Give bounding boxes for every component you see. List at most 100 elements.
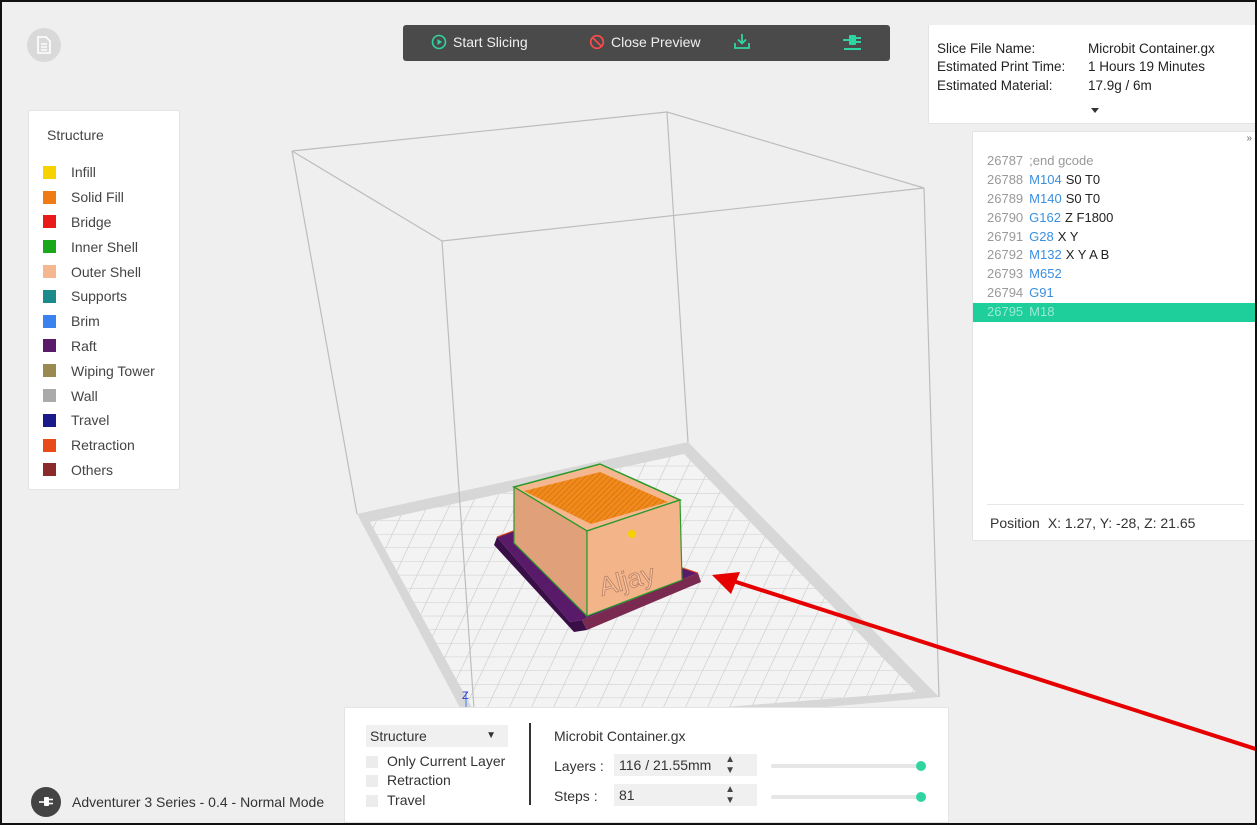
legend-item-label: Supports xyxy=(71,288,128,305)
gcode-num: 26794 xyxy=(987,285,1024,301)
legend-list: Infill Solid Fill Bridge Inner Shell Outer S… xyxy=(43,160,155,482)
legend-item: Wiping Tower xyxy=(43,358,155,383)
steps-slider[interactable] xyxy=(771,792,926,802)
gcode-line[interactable]: 26789 M140 S0 T0 xyxy=(973,190,1255,209)
legend-title: Structure xyxy=(47,127,104,143)
checkbox-box[interactable] xyxy=(366,795,378,807)
legend-item-label: Raft xyxy=(71,337,97,354)
expand-panel-icon[interactable]: » xyxy=(1246,133,1252,144)
legend-swatch xyxy=(43,364,56,378)
only-current-layer-label: Only Current Layer xyxy=(387,753,506,769)
legend-item: Outer Shell xyxy=(43,259,155,284)
travel-label: Travel xyxy=(387,792,426,808)
printer-connect-icon xyxy=(843,35,861,50)
legend-swatch xyxy=(43,463,56,477)
legend-swatch xyxy=(43,413,56,427)
steps-slider-thumb[interactable] xyxy=(916,792,926,802)
legend-item-label: Bridge xyxy=(71,213,112,230)
top-toolbar: Start Slicing Close Preview xyxy=(403,25,890,61)
gcode-num: 26787 xyxy=(987,153,1024,168)
gcode-line[interactable]: 26788 M104 S0 T0 xyxy=(973,171,1255,190)
collapse-caret-icon[interactable] xyxy=(1091,108,1099,114)
travel-checkbox[interactable]: Travel xyxy=(366,792,425,808)
gcode-line[interactable]: 26795 M18 xyxy=(973,303,1255,323)
steps-label: Steps : xyxy=(554,788,598,804)
legend-item: Travel xyxy=(43,408,155,433)
preview-control-panel: Structure ▼ Only Current Layer Retractio… xyxy=(344,707,949,823)
gcode-comment: ;end gcode xyxy=(1029,153,1094,168)
send-to-printer-button[interactable] xyxy=(841,31,869,53)
stepper-arrows-icon[interactable]: ▲ ▼ xyxy=(725,754,735,776)
gcode-num: 26789 xyxy=(987,190,1024,206)
close-preview-button[interactable]: Close Preview xyxy=(589,34,700,50)
slice-file-name-label: Slice File Name: xyxy=(937,41,1036,56)
legend-swatch xyxy=(43,215,56,229)
axis-z-label: Z xyxy=(462,690,469,702)
app-window: Aljay Z Start Slicing Close Preview Stru… xyxy=(0,0,1257,825)
gcode-num: 26790 xyxy=(987,209,1024,225)
legend-item-label: Outer Shell xyxy=(71,263,142,280)
model-file-name: Microbit Container.gx xyxy=(554,728,686,744)
gcode-cmd: G91 xyxy=(1029,285,1054,301)
layers-stepper[interactable]: 116 / 21.55mm ▲ ▼ xyxy=(614,754,757,776)
display-mode-value: Structure xyxy=(370,728,427,744)
print-time-label: Estimated Print Time: xyxy=(937,59,1066,74)
gcode-num: 26788 xyxy=(987,171,1024,187)
steps-value: 81 xyxy=(619,787,635,803)
legend-item-label: Others xyxy=(71,461,114,478)
dropdown-arrow-icon: ▼ xyxy=(486,730,496,741)
gcode-line[interactable]: 26793 M652 xyxy=(973,265,1255,284)
panel-divider xyxy=(529,723,531,805)
steps-stepper[interactable]: 81 ▲ ▼ xyxy=(614,784,757,806)
gcode-line[interactable]: 26790 G162 Z F1800 xyxy=(973,209,1255,228)
legend-swatch xyxy=(43,389,56,403)
start-slicing-button[interactable]: Start Slicing xyxy=(431,34,528,50)
retraction-checkbox[interactable]: Retraction xyxy=(366,772,451,788)
gcode-line[interactable]: 26787 ;end gcode xyxy=(973,152,1255,171)
printer-status[interactable]: Adventurer 3 Series - 0.4 - Normal Mode xyxy=(31,787,324,817)
gcode-line[interactable]: 26794 G91 xyxy=(973,284,1255,303)
gcode-line[interactable]: 26792 M132 X Y A B xyxy=(973,246,1255,265)
gcode-args: X Y xyxy=(1057,228,1079,244)
layers-slider-thumb[interactable] xyxy=(916,761,926,771)
gcode-divider xyxy=(987,504,1244,505)
printer-mode-label: Adventurer 3 Series - 0.4 - Normal Mode xyxy=(72,794,325,810)
gcode-num: 26792 xyxy=(987,247,1024,263)
file-list-button[interactable] xyxy=(27,28,61,62)
stepper-arrows-icon[interactable]: ▲ ▼ xyxy=(725,784,735,806)
gcode-args: Z F1800 xyxy=(1064,209,1114,225)
legend-item-label: Infill xyxy=(71,164,96,181)
gcode-list[interactable]: 26787 ;end gcode 26788 M104 S0 T0 26789 M140 S0… xyxy=(973,152,1255,323)
gcode-num: 26791 xyxy=(987,228,1024,244)
layers-slider[interactable] xyxy=(771,761,926,771)
legend-swatch xyxy=(43,314,56,328)
gcode-line[interactable]: 26791 G28 X Y xyxy=(973,228,1255,247)
layers-value: 116 / 21.55mm xyxy=(619,757,712,773)
legend-item: Brim xyxy=(43,309,155,334)
only-current-layer-checkbox[interactable]: Only Current Layer xyxy=(366,753,505,769)
legend-item: Supports xyxy=(43,284,155,309)
export-button[interactable] xyxy=(733,32,757,50)
legend-swatch xyxy=(43,265,56,279)
material-label: Estimated Material: xyxy=(937,78,1053,93)
print-time-value: 1 Hours 19 Minutes xyxy=(1088,59,1206,74)
gcode-cmd: M652 xyxy=(1029,266,1062,282)
display-mode-select[interactable]: Structure ▼ xyxy=(366,725,508,747)
legend-item: Others xyxy=(43,458,155,483)
legend-swatch xyxy=(43,289,56,303)
legend-item-label: Travel xyxy=(71,412,110,429)
checkbox-box[interactable] xyxy=(366,775,378,787)
retraction-label: Retraction xyxy=(387,772,451,788)
gcode-cmd: M140 xyxy=(1029,190,1062,206)
start-slicing-label: Start Slicing xyxy=(453,34,528,50)
gcode-args: S0 T0 xyxy=(1065,190,1101,206)
printer-plug-icon[interactable] xyxy=(31,787,61,817)
gcode-args: S0 T0 xyxy=(1065,171,1101,187)
legend-swatch xyxy=(43,240,56,254)
legend-item: Raft xyxy=(43,334,155,359)
close-preview-label: Close Preview xyxy=(611,34,701,50)
gcode-cmd: M18 xyxy=(1029,304,1055,320)
position-readout: Position X: 1.27, Y: -28, Z: 21.65 xyxy=(990,515,1195,531)
checkbox-box[interactable] xyxy=(366,756,378,768)
legend-swatch xyxy=(43,339,56,353)
